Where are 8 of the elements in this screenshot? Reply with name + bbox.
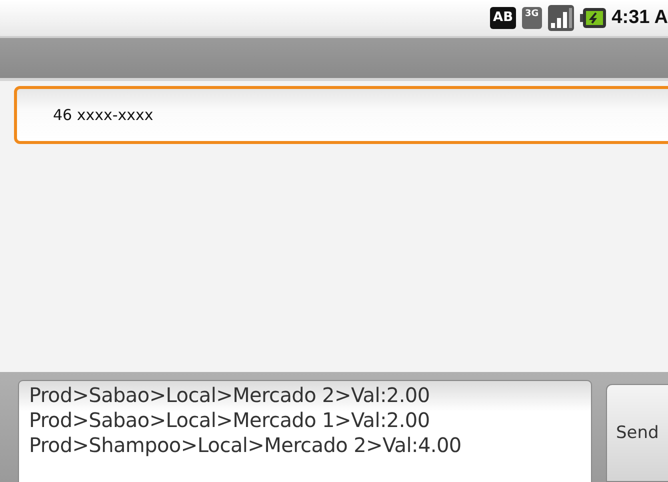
network-badge: 3G [522,7,542,29]
clock-time: 4:31 A [612,7,668,29]
signal-icon [548,5,574,31]
keyboard-badge: AB [490,7,516,29]
send-button[interactable]: Send [606,384,668,482]
battery-icon [580,8,606,28]
recipient-field[interactable]: 46 xxxx-xxxx [14,86,668,144]
message-field[interactable]: Prod>Sabao>Local>Mercado 2>Val:2.00 Prod>Sabao>Local>Mercado 1>Val:2.00 Prod>Shampoo>Local>Mercado 2>Val:4.00 [18,380,592,482]
